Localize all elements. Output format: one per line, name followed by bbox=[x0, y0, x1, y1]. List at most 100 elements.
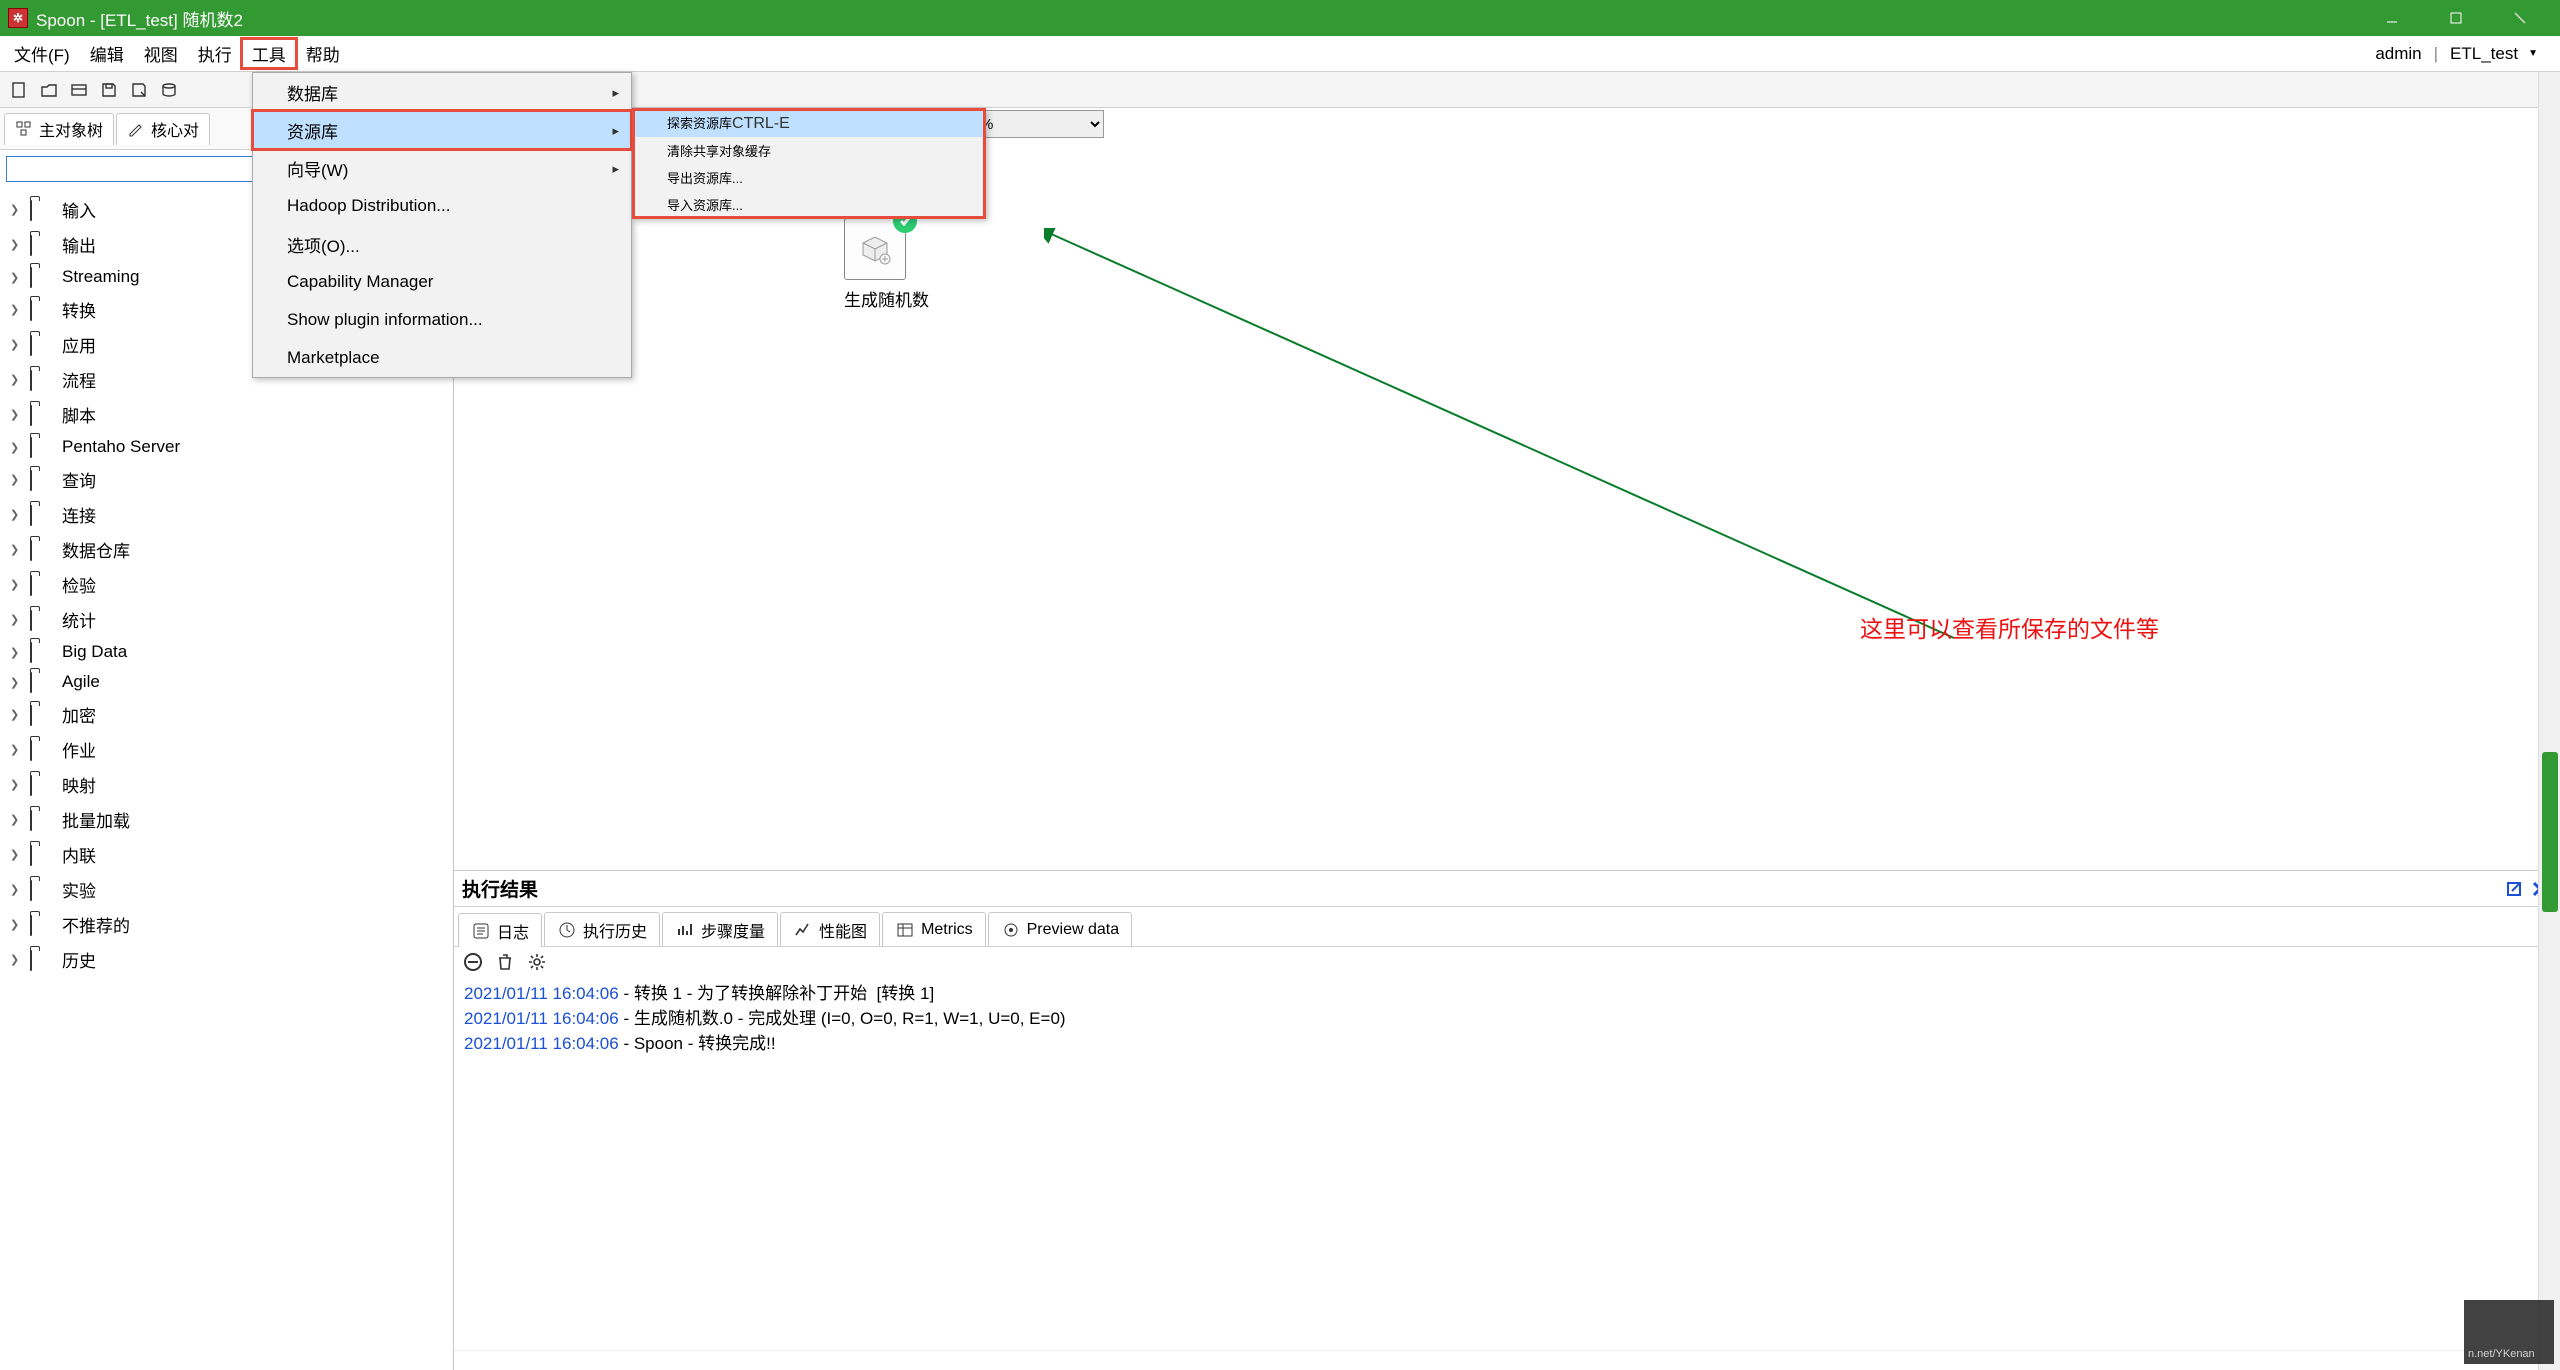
connected-repo: ETL_test bbox=[2450, 44, 2518, 64]
connection-indicator[interactable]: admin | ETL_test ▼ bbox=[2375, 44, 2556, 64]
chevron-right-icon: ❯ bbox=[10, 508, 20, 521]
menu-item-label: 资源库 bbox=[287, 118, 338, 143]
folder-icon bbox=[30, 301, 52, 319]
results-tab-icon bbox=[675, 920, 695, 940]
folder-icon bbox=[30, 336, 52, 354]
step-node-label: 生成随机数 bbox=[844, 286, 929, 311]
results-tab-1[interactable]: 执行历史 bbox=[544, 912, 660, 946]
tb-new-icon[interactable] bbox=[6, 77, 32, 103]
close-button[interactable] bbox=[2488, 0, 2552, 36]
tree-icon bbox=[15, 120, 33, 138]
tree-item-7[interactable]: ❯ Pentaho Server bbox=[0, 432, 453, 462]
results-tabs: 日志 执行历史步骤度量性能图Metrics Preview data bbox=[454, 907, 2560, 947]
tree-item-18[interactable]: ❯ 批量加载 bbox=[0, 802, 453, 837]
submenu-item-label: 探索资源库 bbox=[667, 116, 732, 131]
tree-item-14[interactable]: ❯ Agile bbox=[0, 667, 453, 697]
menu-view[interactable]: 视图 bbox=[134, 39, 188, 68]
chevron-right-icon: ❯ bbox=[10, 676, 20, 689]
tools-menu-item-4[interactable]: 选项(O)... bbox=[253, 225, 631, 263]
shortcut-label: CTRL-E bbox=[732, 115, 790, 132]
menu-file[interactable]: 文件(F) bbox=[4, 39, 80, 68]
results-tab-2[interactable]: 步骤度量 bbox=[662, 912, 778, 946]
log-horizontal-scrollbar[interactable] bbox=[454, 1350, 2560, 1370]
scrollbar-thumb[interactable] bbox=[2542, 752, 2558, 912]
tools-menu-item-3[interactable]: Hadoop Distribution... bbox=[253, 187, 631, 225]
tab-main-tree[interactable]: 主对象树 bbox=[4, 113, 114, 145]
tb-explore-icon[interactable] bbox=[66, 77, 92, 103]
tree-item-16[interactable]: ❯ 作业 bbox=[0, 732, 453, 767]
menu-help[interactable]: 帮助 bbox=[296, 39, 350, 68]
repo-submenu-item-1[interactable]: 清除共享对象缓存 bbox=[633, 137, 985, 164]
results-header: 执行结果 bbox=[454, 871, 2560, 907]
tb-saveas-icon[interactable] bbox=[126, 77, 152, 103]
chevron-down-icon: ▼ bbox=[2528, 48, 2538, 59]
tree-item-13[interactable]: ❯ Big Data bbox=[0, 637, 453, 667]
tools-menu-item-7[interactable]: Marketplace bbox=[253, 339, 631, 377]
chevron-right-icon: ❯ bbox=[10, 743, 20, 756]
clear-log-icon[interactable] bbox=[462, 951, 484, 973]
results-tab-5[interactable]: Preview data bbox=[988, 912, 1133, 946]
tree-item-label: 作业 bbox=[62, 737, 96, 762]
repo-submenu-item-3[interactable]: 导入资源库... bbox=[633, 191, 985, 218]
tree-item-15[interactable]: ❯ 加密 bbox=[0, 697, 453, 732]
tools-menu-item-6[interactable]: Show plugin information... bbox=[253, 301, 631, 339]
tools-menu-item-1[interactable]: 资源库 bbox=[253, 111, 631, 149]
chevron-right-icon bbox=[612, 82, 619, 102]
page-vertical-scrollbar[interactable] bbox=[2538, 72, 2560, 1370]
results-tab-0[interactable]: 日志 bbox=[458, 913, 542, 947]
results-tab-label: Preview data bbox=[1027, 921, 1120, 939]
menu-item-label: Hadoop Distribution... bbox=[287, 196, 450, 216]
folder-icon bbox=[30, 541, 52, 559]
tree-item-6[interactable]: ❯ 脚本 bbox=[0, 397, 453, 432]
results-tab-3[interactable]: 性能图 bbox=[780, 912, 880, 946]
tree-item-label: 连接 bbox=[62, 502, 96, 527]
execution-results: 执行结果 日志 执行历史步骤度量性能图Metrics Preview data 20… bbox=[454, 870, 2560, 1370]
chevron-right-icon: ❯ bbox=[10, 613, 20, 626]
tab-core-objects[interactable]: 核心对 bbox=[116, 113, 210, 145]
tb-db-icon[interactable] bbox=[156, 77, 182, 103]
menu-tools[interactable]: 工具 bbox=[242, 39, 296, 68]
log-toolbar bbox=[454, 947, 2560, 977]
tree-item-21[interactable]: ❯ 不推荐的 bbox=[0, 907, 453, 942]
folder-icon bbox=[30, 471, 52, 489]
tools-menu-item-5[interactable]: Capability Manager bbox=[253, 263, 631, 301]
tree-item-22[interactable]: ❯ 历史 bbox=[0, 942, 453, 977]
tools-menu-item-0[interactable]: 数据库 bbox=[253, 73, 631, 111]
tree-item-17[interactable]: ❯ 映射 bbox=[0, 767, 453, 802]
trash-icon[interactable] bbox=[494, 951, 516, 973]
results-tab-4[interactable]: Metrics bbox=[882, 912, 986, 946]
chevron-right-icon: ❯ bbox=[10, 708, 20, 721]
minimize-button[interactable] bbox=[2360, 0, 2424, 36]
log-body[interactable]: 2021/01/11 16:04:06 - 转换 1 - 为了转换解除补丁开始 … bbox=[454, 977, 2560, 1350]
step-node[interactable]: 生成随机数 bbox=[844, 218, 929, 311]
chevron-right-icon: ❯ bbox=[10, 778, 20, 791]
results-tab-label: 执行历史 bbox=[583, 918, 647, 942]
chevron-right-icon: ❯ bbox=[10, 338, 20, 351]
repo-submenu-item-0[interactable]: 探索资源库CTRL-E bbox=[633, 109, 985, 137]
tree-item-11[interactable]: ❯ 检验 bbox=[0, 567, 453, 602]
tools-menu-item-2[interactable]: 向导(W) bbox=[253, 149, 631, 187]
tree-item-9[interactable]: ❯ 连接 bbox=[0, 497, 453, 532]
popout-icon[interactable] bbox=[2502, 877, 2526, 901]
tb-save-icon[interactable] bbox=[96, 77, 122, 103]
tree-item-label: 内联 bbox=[62, 842, 96, 867]
tree-item-8[interactable]: ❯ 查询 bbox=[0, 462, 453, 497]
tree-item-19[interactable]: ❯ 内联 bbox=[0, 837, 453, 872]
menu-run[interactable]: 执行 bbox=[188, 39, 242, 68]
tb-open-icon[interactable] bbox=[36, 77, 62, 103]
menu-edit[interactable]: 编辑 bbox=[80, 39, 134, 68]
tree-item-12[interactable]: ❯ 统计 bbox=[0, 602, 453, 637]
maximize-button[interactable] bbox=[2424, 0, 2488, 36]
settings-icon[interactable] bbox=[526, 951, 548, 973]
right-pane: 100% 生成随机数 bbox=[454, 108, 2560, 1370]
tree-item-10[interactable]: ❯ 数据仓库 bbox=[0, 532, 453, 567]
tree-item-20[interactable]: ❯ 实验 bbox=[0, 872, 453, 907]
canvas[interactable]: 100% 生成随机数 bbox=[454, 108, 2560, 870]
tab-core-objects-label: 核心对 bbox=[151, 117, 199, 141]
tree-item-label: 批量加载 bbox=[62, 807, 130, 832]
chevron-right-icon: ❯ bbox=[10, 441, 20, 454]
folder-icon bbox=[30, 576, 52, 594]
chevron-right-icon: ❯ bbox=[10, 473, 20, 486]
log-line-2: 2021/01/11 16:04:06 - Spoon - 转换完成!! bbox=[464, 1029, 2550, 1054]
repo-submenu-item-2[interactable]: 导出资源库... bbox=[633, 164, 985, 191]
